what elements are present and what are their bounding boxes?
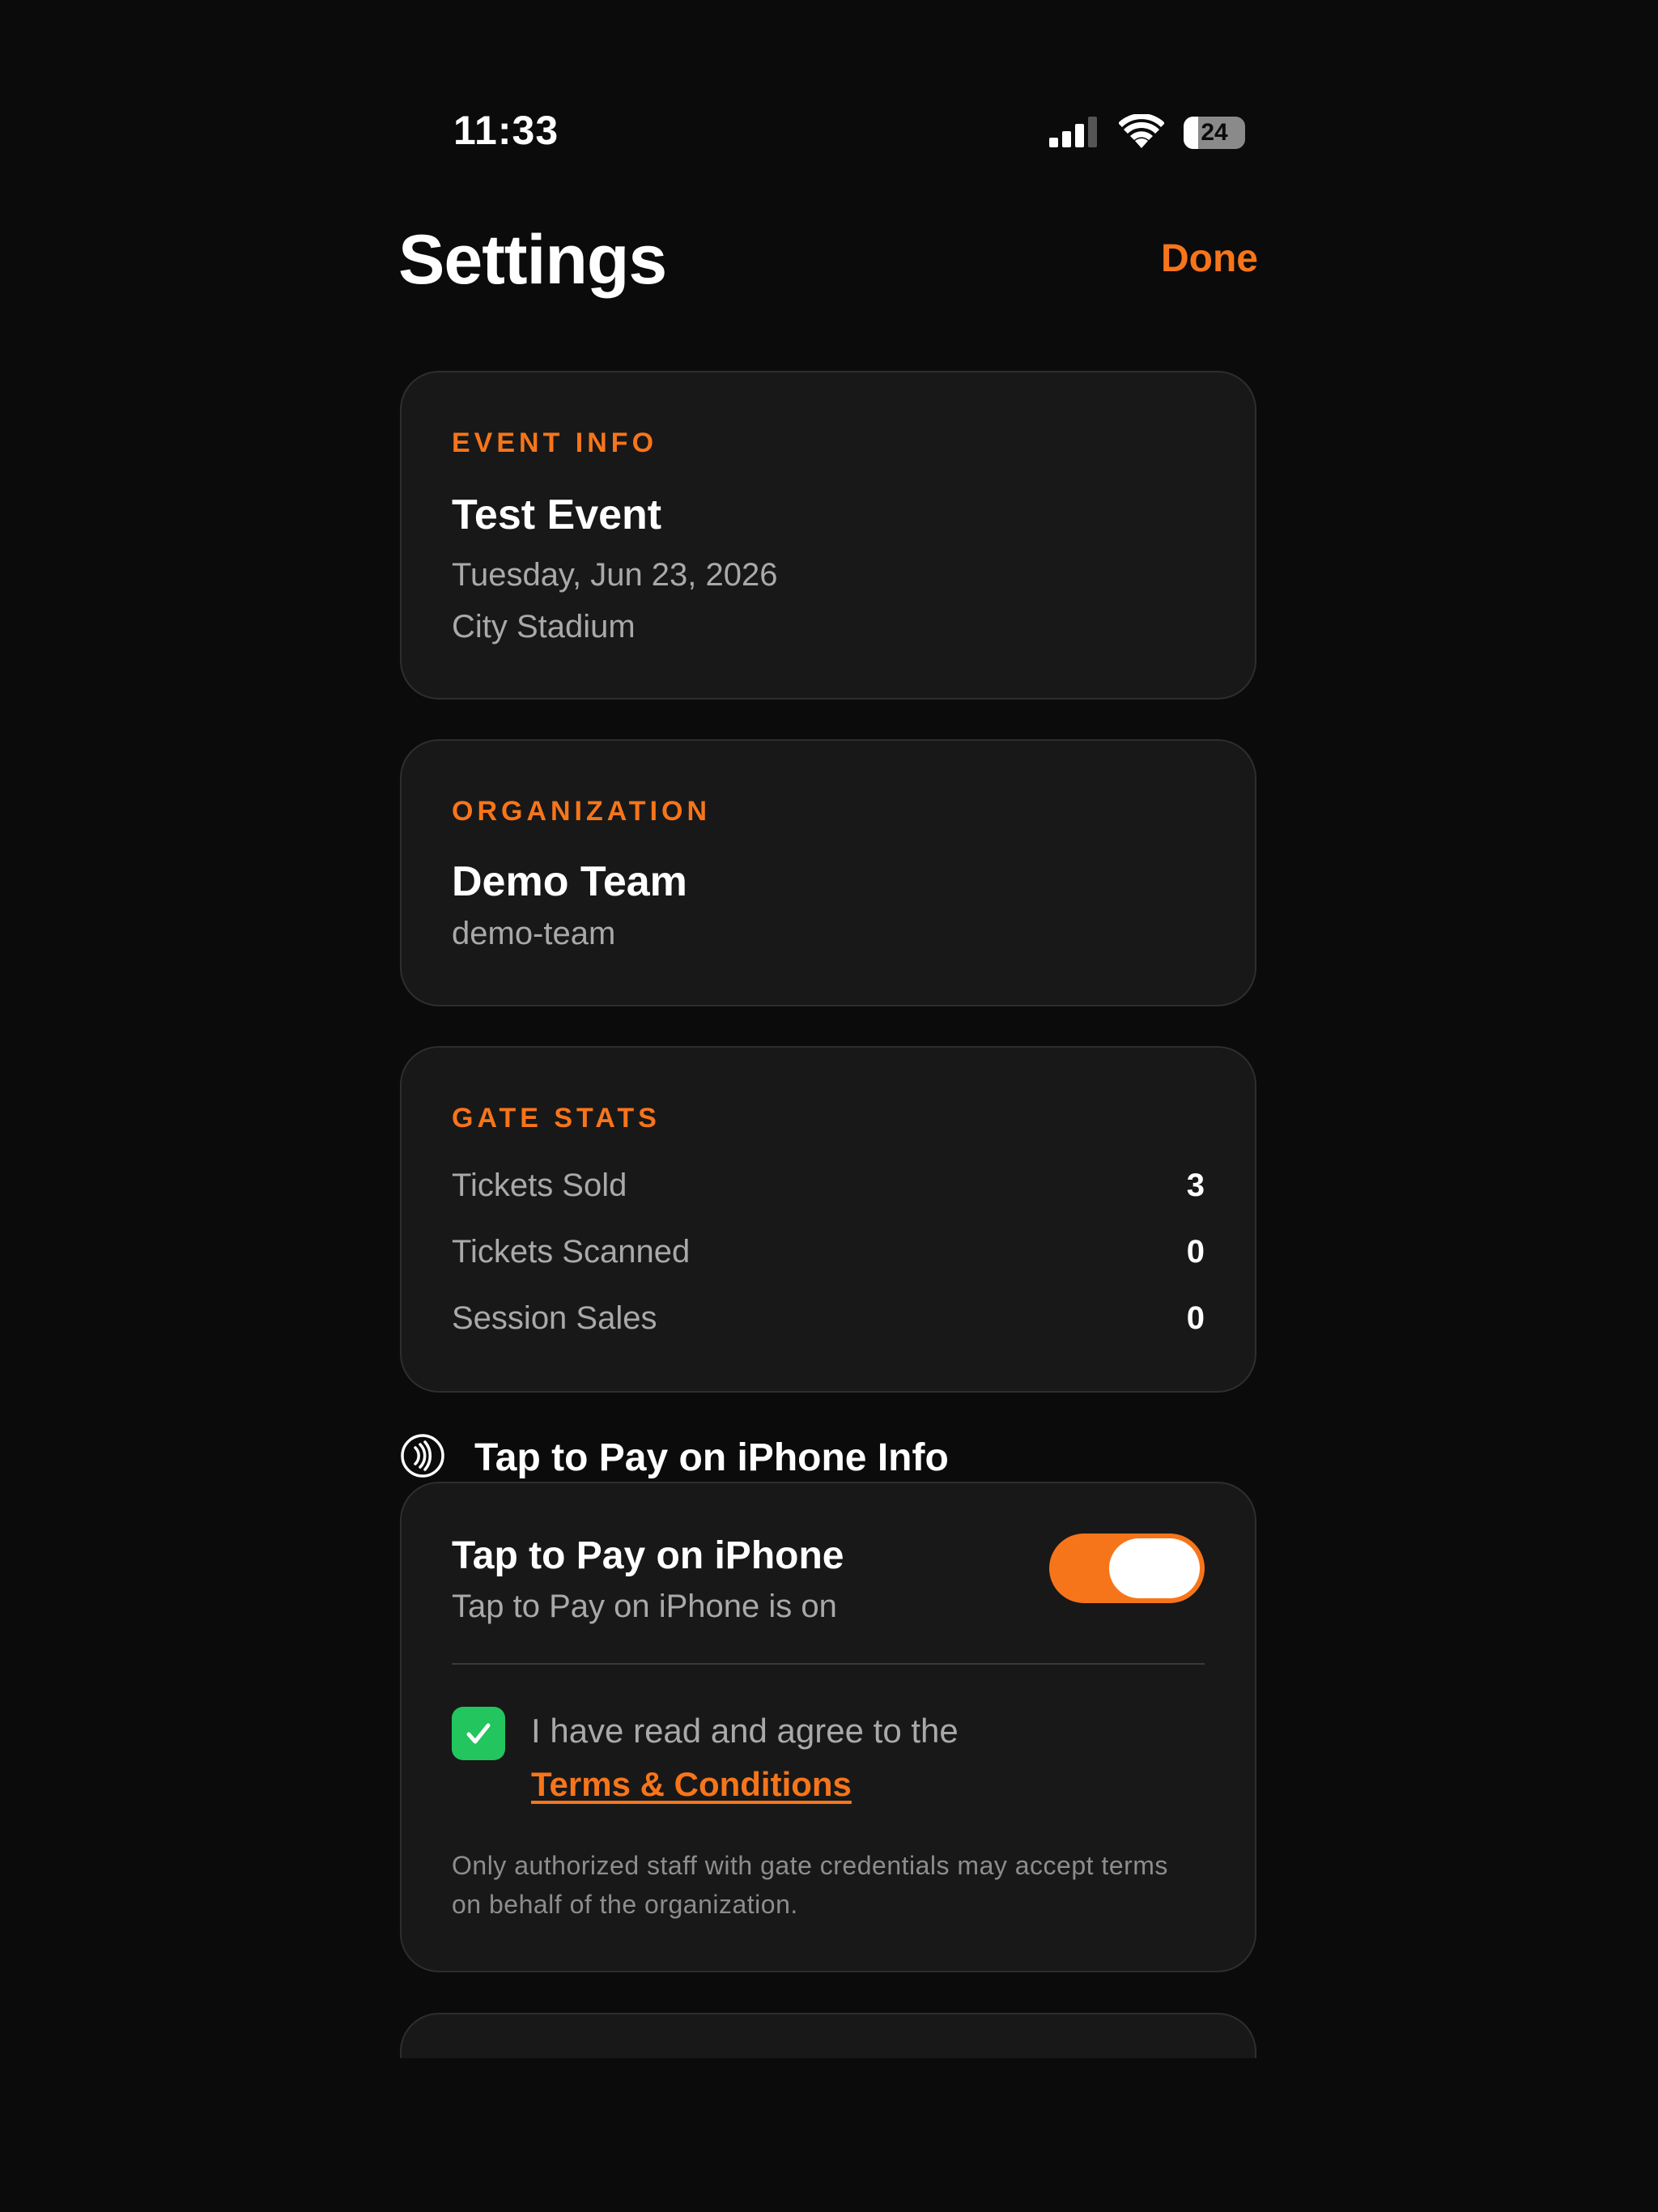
- page-title: Settings: [398, 221, 667, 299]
- stat-label: Tickets Scanned: [452, 1234, 691, 1270]
- organization-slug: demo-team: [452, 916, 616, 951]
- terms-conditions-link[interactable]: Terms & Conditions: [531, 1765, 852, 1804]
- stat-value: 3: [1186, 1168, 1205, 1203]
- bottom-area: [0, 2058, 1658, 2212]
- status-time: 11:33: [453, 108, 559, 153]
- tap-to-pay-status: Tap to Pay on iPhone is on: [452, 1589, 837, 1624]
- terms-checkbox[interactable]: [452, 1707, 505, 1760]
- event-info-label: EVENT INFO: [452, 428, 658, 458]
- battery-icon: 24: [1184, 117, 1245, 149]
- stat-value: 0: [1186, 1234, 1205, 1270]
- authorization-note: Only authorized staff with gate credenti…: [452, 1851, 1168, 1919]
- stat-row-session-sales: Session Sales 0: [452, 1300, 1205, 1337]
- organization-label: ORGANIZATION: [452, 796, 712, 827]
- gate-stats-label: GATE STATS: [452, 1103, 661, 1134]
- event-venue: City Stadium: [452, 609, 636, 644]
- tap-to-pay-card: Tap to Pay on iPhone Tap to Pay on iPhon…: [400, 1482, 1256, 1972]
- stat-value: 0: [1186, 1300, 1205, 1336]
- organization-name: Demo Team: [452, 858, 687, 905]
- organization-card: ORGANIZATION Demo Team demo-team: [400, 739, 1256, 1006]
- event-date: Tuesday, Jun 23, 2026: [452, 557, 778, 593]
- toggle-knob: [1109, 1538, 1200, 1598]
- battery-tip: [1240, 127, 1245, 138]
- tap-to-pay-toggle[interactable]: [1049, 1534, 1205, 1603]
- battery-percent: 24: [1201, 119, 1228, 146]
- stat-label: Session Sales: [452, 1300, 657, 1336]
- stat-row-tickets-sold: Tickets Sold 3: [452, 1168, 1205, 1204]
- stat-row-tickets-scanned: Tickets Scanned 0: [452, 1234, 1205, 1270]
- settings-screen: 11:33 24 Settings Done EVENT INFO Test E…: [0, 0, 1658, 2212]
- event-info-card: EVENT INFO Test Event Tuesday, Jun 23, 2…: [400, 371, 1256, 700]
- tap-to-pay-info-title: Tap to Pay on iPhone Info: [474, 1436, 949, 1479]
- cellular-signal-icon: [1049, 115, 1099, 151]
- status-icons: 24: [1049, 113, 1245, 152]
- event-name: Test Event: [452, 491, 662, 538]
- contactless-icon: [400, 1433, 445, 1482]
- done-button[interactable]: Done: [1161, 236, 1258, 281]
- gate-stats-card: GATE STATS Tickets Sold 3 Tickets Scanne…: [400, 1046, 1256, 1393]
- tap-to-pay-title: Tap to Pay on iPhone: [452, 1534, 844, 1577]
- tap-to-pay-info-link[interactable]: Tap to Pay on iPhone Info: [400, 1433, 949, 1482]
- agree-text: I have read and agree to the: [531, 1712, 959, 1750]
- stat-label: Tickets Sold: [452, 1168, 627, 1203]
- wifi-icon: [1118, 113, 1165, 152]
- divider: [452, 1663, 1205, 1665]
- checkmark-icon: [466, 1723, 491, 1744]
